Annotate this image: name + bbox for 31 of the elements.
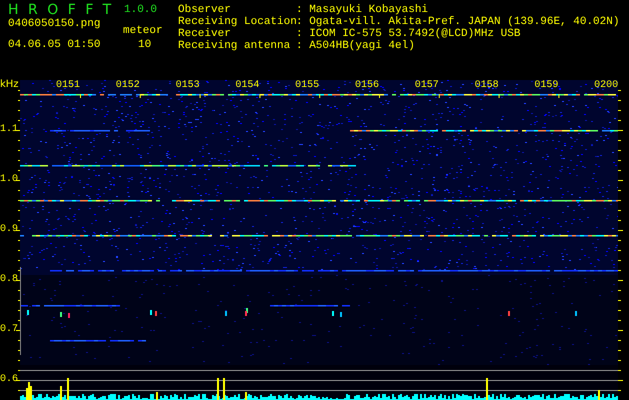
info-value: : A504HB(yagi 4el)	[296, 40, 416, 52]
meteor-count: 10	[138, 39, 152, 51]
time-label: 0152	[116, 81, 140, 91]
axis-unit: kHz	[0, 79, 19, 90]
time-label: 0153	[176, 81, 200, 91]
info-label: Receiving antenna	[178, 40, 292, 52]
frequency-label: 0.6	[0, 375, 18, 385]
frequency-label: 0.9	[0, 225, 18, 235]
time-label: 0157	[414, 81, 439, 91]
time-label: 0151	[56, 81, 80, 91]
app-title: HROFFT	[8, 2, 121, 18]
info-label: Receiving Location	[178, 16, 296, 28]
info-value: : Masayuki Kobayashi	[296, 4, 430, 16]
info-value: : Ogata-vill. Akita-Pref. JAPAN (139.96E, 40.02N)	[296, 16, 620, 28]
info-label: Receiver	[178, 28, 232, 40]
time-label: 0154	[235, 81, 260, 91]
timestamp: 04.06.05 01:50	[8, 39, 100, 51]
info-label: Observer	[178, 4, 232, 16]
info-value: : ICOM IC-575 53.7492(@LCD)MHz USB	[296, 28, 522, 40]
frequency-label: 1.0	[0, 175, 18, 185]
meteor-label: meteor	[123, 25, 163, 37]
version-number: 1.0.0	[124, 4, 158, 16]
time-label: 0159	[534, 81, 558, 91]
time-label: 0200	[594, 81, 618, 91]
file-name: 0406050150.png	[8, 18, 100, 30]
frequency-label: 0.7	[0, 325, 18, 335]
frequency-label: 0.8	[0, 275, 18, 285]
time-label: 0158	[474, 81, 499, 91]
time-label: 0156	[354, 81, 379, 91]
time-label: 0155	[295, 81, 320, 91]
frequency-label: 1.1	[0, 125, 18, 135]
